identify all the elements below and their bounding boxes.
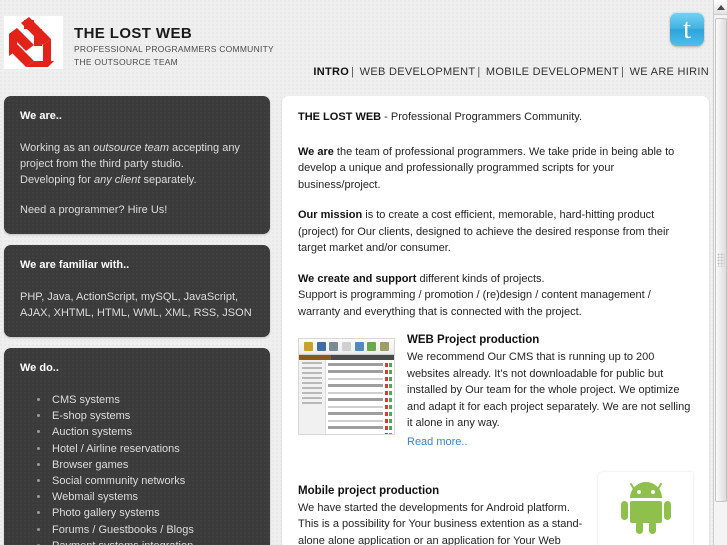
create-support-paragraph: We create and support different kinds of… [298,271,693,321]
android-badge[interactable]: android [598,471,693,545]
cms-toolbar-icon [380,342,390,351]
list-item: Payment systems integration [50,538,254,545]
cms-screenshot-thumbnail[interactable] [298,338,395,435]
web-project-section: WEB Project production We recommend Our … [298,334,693,450]
nav-separator-3: | [621,66,625,78]
nav-separator-2: | [477,66,481,78]
cms-toolbar-icon [341,342,351,351]
web-project-text: WEB Project production We recommend Our … [407,334,693,450]
nav-item-we-are-hiring[interactable]: WE ARE HIRIN [630,66,709,78]
create-rest: different kinds of projects. [416,272,545,285]
brand-subtitle-1: PROFESSIONAL PROGRAMMERS COMMUNITY [74,44,274,54]
web-project-description: We recommend Our CMS that is running up … [407,351,691,429]
android-robot-icon [618,477,674,540]
list-item: Webmail systems [50,489,254,505]
cms-sidebar [299,360,326,434]
mission-bold: Our mission [298,209,363,221]
we-are-hire-us: Need a programmer? Hire Us! [20,204,168,216]
web-project-title: WEB Project production [407,334,540,346]
nav-separator-1: | [351,66,355,78]
mobile-project-text: Mobile project production We have starte… [298,472,588,545]
cms-toolbar-icon [354,342,364,351]
list-item: E-shop systems [50,408,254,424]
mobile-project-title: Mobile project production [298,484,440,497]
intro-rest: - Professional Programmers Community. [381,111,583,123]
lost-web-logo-icon [4,16,63,69]
list-item: Hotel / Airline reservations [50,441,254,457]
list-item: CMS systems [50,392,254,408]
mobile-project-description: We have started the developments for And… [298,501,583,545]
panel-heading-we-are: We are.. [20,110,62,122]
panel-heading-we-do: We do.. [20,362,59,374]
scrollbar-track[interactable] [714,16,727,545]
cms-toolbar-icon [367,342,377,351]
sidebar: We are.. Working as an outsource team ac… [4,96,270,545]
sidebar-panel-we-do: We do.. CMS systems E-shop systems Aucti… [4,348,270,545]
scrollbar-thumb[interactable] [715,18,727,502]
main-navigation: INTRO | WEB DEVELOPMENT | MOBILE DEVELOPME… [313,66,709,78]
sidebar-panel-familiar-with: We are familiar with.. PHP, Java, Action… [4,245,270,337]
create-line2: Support is programming / promotion / (re… [298,289,651,318]
we-are-bold: We are [298,145,334,158]
site-header: THE LOST WEB PROFESSIONAL PROGRAMMERS CO… [0,0,713,88]
cms-toolbar-icon [303,342,313,351]
panel-heading-familiar-with: We are familiar with.. [20,259,130,271]
panel-body-we-are: Working as an outsource team accepting a… [20,140,254,218]
list-item: Social community networks [50,473,254,489]
create-bold: We create and support [298,272,417,285]
cms-toolbar [299,339,394,355]
main-content: THE LOST WEB - Professional Programmers … [282,96,709,545]
nav-item-mobile-development[interactable]: MOBILE DEVELOPMENT [486,66,619,78]
we-do-list: CMS systems E-shop systems Auction syste… [20,392,254,545]
we-are-paragraph: We are the team of professional programm… [298,144,693,194]
scrollbar-grip-icon [717,253,725,267]
we-are-line2-pre: Developing for [20,174,94,186]
cms-toolbar-icon [316,342,326,351]
list-item: Browser games [50,457,254,473]
web-project-read-more-link[interactable]: Read more.. [407,436,468,448]
twitter-icon[interactable]: t [670,12,704,46]
nav-item-intro[interactable]: INTRO [313,66,349,78]
cms-body [299,360,394,434]
list-item: Forums / Guestbooks / Blogs [50,522,254,538]
list-item: Auction systems [50,424,254,440]
intro-bold: THE LOST WEB [298,111,382,123]
cms-content-list [326,360,394,434]
scroll-up-arrow-icon[interactable] [714,0,727,15]
we-are-line1-pre: Working as an [20,142,94,154]
site-logo[interactable] [4,16,63,69]
we-are-line1-em: outsource team [93,142,169,154]
twitter-glyph: t [682,13,692,45]
nav-item-web-development[interactable]: WEB DEVELOPMENT [360,66,476,78]
vertical-scrollbar[interactable] [713,0,727,545]
cms-toolbar-icon [329,342,339,351]
mobile-project-section: Mobile project production We have starte… [298,471,693,545]
intro-paragraph: THE LOST WEB - Professional Programmers … [298,109,693,126]
list-item: Photo gallery systems [50,505,254,521]
brand-block: THE LOST WEB PROFESSIONAL PROGRAMMERS CO… [74,25,274,68]
mission-paragraph: Our mission is to create a cost efficien… [298,207,693,257]
brand-subtitle-2: THE OUTSOURCE TEAM [74,57,178,67]
sidebar-panel-we-are: We are.. Working as an outsource team ac… [4,96,270,234]
brand-title: THE LOST WEB [74,25,193,42]
we-are-line2-em: any client [94,174,141,186]
page-root: THE LOST WEB PROFESSIONAL PROGRAMMERS CO… [0,0,713,545]
panel-body-familiar-with: PHP, Java, ActionScript, mySQL, JavaScri… [20,291,252,319]
we-are-line2-post: separately. [140,174,197,186]
we-are-rest: the team of professional programmers. We… [298,145,675,191]
